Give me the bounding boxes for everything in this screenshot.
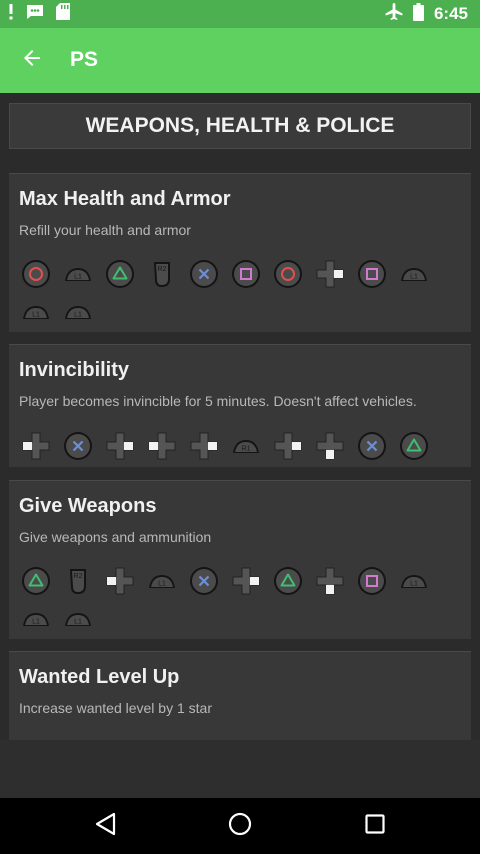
cheat-card[interactable]: Wanted Level Up Increase wanted level by… [9,651,471,740]
dpad-left-icon [105,566,135,596]
status-time: 6:45 [433,4,468,23]
triangle-button-icon [105,259,135,289]
cross-button-icon [189,566,219,596]
button-sequence-row: L1 R2 L1 [21,259,429,289]
category-title: WEAPONS, HEALTH & POLICE [85,114,395,137]
svg-text:R1: R1 [242,446,251,453]
nav-recents-button[interactable] [357,808,393,844]
page-title: PS [70,48,99,71]
cross-button-icon [357,431,387,461]
cheat-list[interactable]: WEAPONS, HEALTH & POLICE Max Health and … [0,93,480,740]
cheat-title: Give Weapons [19,495,157,517]
airplane-mode-icon [385,2,403,26]
cheat-description: Increase wanted level by 1 star [19,700,212,716]
r2-button-icon: R2 [147,259,177,289]
cross-button-icon [63,431,93,461]
svg-text:R2: R2 [158,266,167,273]
l1-button-icon: L1 [399,566,429,596]
notification-icons [8,3,70,25]
dpad-left-icon [21,431,51,461]
svg-text:L1: L1 [32,312,40,319]
dpad-right-icon [189,431,219,461]
square-button-icon [231,259,261,289]
button-sequence-row: R1 [21,431,429,461]
r1-button-icon: R1 [231,431,261,461]
alert-icon [8,3,14,25]
r2-button-icon: R2 [63,566,93,596]
cheat-title: Invincibility [19,359,130,381]
triangle-button-icon [21,566,51,596]
nav-back-icon [94,812,116,841]
square-button-icon [357,566,387,596]
dpad-right-icon [273,431,303,461]
arrow-left-icon [23,49,41,72]
cheat-title: Wanted Level Up [19,666,180,688]
nav-home-button[interactable] [222,808,258,844]
dpad-right-icon [105,431,135,461]
sd-card-icon [56,3,70,25]
bottom-area [0,740,480,798]
svg-text:R2: R2 [74,573,83,580]
l1-button-icon: L1 [21,297,51,327]
svg-text:L1: L1 [158,581,166,588]
dpad-down-icon [315,566,345,596]
l1-button-icon: L1 [147,566,177,596]
category-header: WEAPONS, HEALTH & POLICE [9,103,471,149]
dpad-down-icon [315,431,345,461]
svg-text:L1: L1 [74,619,82,626]
svg-text:L1: L1 [74,312,82,319]
chat-icon [26,4,44,25]
battery-icon [412,2,424,26]
triangle-button-icon [273,566,303,596]
nav-home-icon [228,812,252,841]
cheat-card[interactable]: Give Weapons Give weapons and ammunition… [9,480,471,639]
l1-button-icon: L1 [63,259,93,289]
cheat-description: Give weapons and ammunition [19,529,212,545]
button-sequence-row: R2 L1 L1 [21,566,429,596]
l1-button-icon: L1 [63,297,93,327]
app-bar: PS [0,28,480,93]
l1-button-icon: L1 [399,259,429,289]
circle-button-icon [273,259,303,289]
cheat-description: Player becomes invincible for 5 minutes.… [19,393,417,409]
l1-button-icon: L1 [63,604,93,634]
cheat-title: Max Health and Armor [19,188,231,210]
svg-text:L1: L1 [410,274,418,281]
status-bar: 6:45 [0,0,480,28]
triangle-button-icon [399,431,429,461]
square-button-icon [357,259,387,289]
cheat-description: Refill your health and armor [19,222,191,238]
button-sequence-row: L1 L1 [21,297,93,327]
svg-text:L1: L1 [74,274,82,281]
dpad-right-icon [315,259,345,289]
dpad-left-icon [147,431,177,461]
cheat-card[interactable]: Invincibility Player becomes invincible … [9,344,471,467]
cheat-card[interactable]: Max Health and Armor Refill your health … [9,173,471,332]
navigation-bar [0,798,480,854]
nav-back-button[interactable] [87,808,123,844]
dpad-right-icon [231,566,261,596]
l1-button-icon: L1 [21,604,51,634]
nav-recents-icon [365,813,385,839]
circle-button-icon [21,259,51,289]
svg-text:L1: L1 [32,619,40,626]
svg-text:L1: L1 [410,581,418,588]
button-sequence-row: L1 L1 [21,604,93,634]
cross-button-icon [189,259,219,289]
back-button[interactable] [14,42,50,78]
